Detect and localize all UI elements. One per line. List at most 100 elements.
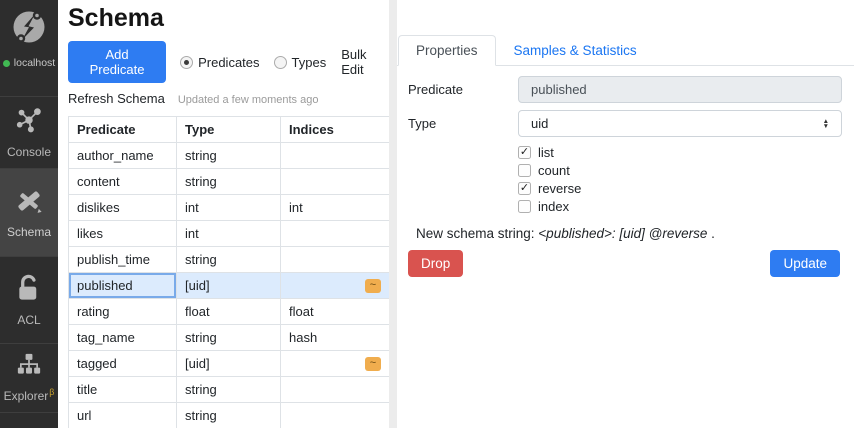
cell-type[interactable]: string [177, 403, 281, 428]
predicate-properties-form: Predicate published Type uid ▲▼ ✓listcou… [397, 66, 854, 277]
table-row[interactable]: tag_namestringhash [69, 325, 390, 351]
new-schema-string: New schema string: <published>: [uid] @r… [416, 226, 842, 241]
cell-indices[interactable]: int [281, 195, 390, 221]
cell-predicate[interactable]: tag_name [69, 325, 177, 351]
column-header-predicate: Predicate [69, 117, 177, 143]
table-row[interactable]: author_namestring [69, 143, 390, 169]
radio-predicates[interactable]: Predicates [180, 55, 259, 70]
radio-icon [274, 56, 287, 69]
cell-predicate[interactable]: author_name [69, 143, 177, 169]
table-row[interactable]: urlstring [69, 403, 390, 428]
cell-indices[interactable]: float [281, 299, 390, 325]
cell-type[interactable]: string [177, 325, 281, 351]
server-section[interactable]: localhost [0, 0, 58, 97]
refresh-schema-button[interactable]: Refresh Schema [68, 91, 165, 106]
cell-indices[interactable] [281, 377, 390, 403]
bulk-edit-button[interactable]: Bulk Edit [341, 47, 389, 77]
option-label: index [538, 199, 569, 214]
cell-indices[interactable]: ~ [281, 273, 390, 299]
option-count[interactable]: count [518, 162, 842, 179]
cell-predicate[interactable]: likes [69, 221, 177, 247]
select-arrows-icon: ▲▼ [823, 119, 829, 129]
radio-icon [180, 56, 193, 69]
cell-type[interactable]: int [177, 195, 281, 221]
cell-indices[interactable] [281, 403, 390, 428]
cell-predicate[interactable]: publish_time [69, 247, 177, 273]
cell-indices[interactable]: ~ [281, 351, 390, 377]
reverse-badge-icon: ~ [365, 357, 381, 371]
table-row[interactable]: publish_timestring [69, 247, 390, 273]
cell-indices[interactable]: hash [281, 325, 390, 351]
table-row[interactable]: likesint [69, 221, 390, 247]
cell-indices[interactable] [281, 247, 390, 273]
cell-indices[interactable] [281, 169, 390, 195]
table-row[interactable]: dislikesintint [69, 195, 390, 221]
sidebar-item-console[interactable]: Console [0, 97, 58, 169]
cell-predicate[interactable]: published [69, 273, 177, 299]
drop-button[interactable]: Drop [408, 250, 463, 277]
table-row[interactable]: published[uid] ~ [69, 273, 390, 299]
cell-type[interactable]: [uid] [177, 351, 281, 377]
cell-predicate[interactable]: content [69, 169, 177, 195]
sidebar-item-label: Console [7, 145, 51, 159]
radio-label: Types [292, 55, 327, 70]
cell-predicate[interactable]: tagged [69, 351, 177, 377]
option-list[interactable]: ✓list [518, 144, 842, 161]
sidebar: localhost Console [0, 0, 58, 428]
update-button[interactable]: Update [770, 250, 840, 277]
cell-predicate[interactable]: dislikes [69, 195, 177, 221]
cell-indices[interactable] [281, 221, 390, 247]
cell-type[interactable]: string [177, 247, 281, 273]
predicate-detail-panel: Properties Samples & Statistics Predicat… [397, 0, 854, 428]
reverse-badge-icon: ~ [365, 279, 381, 293]
cell-type[interactable]: string [177, 377, 281, 403]
radio-types[interactable]: Types [274, 55, 327, 70]
cell-predicate[interactable]: title [69, 377, 177, 403]
table-row[interactable]: tagged[uid] ~ [69, 351, 390, 377]
cell-type[interactable]: string [177, 169, 281, 195]
option-reverse[interactable]: ✓reverse [518, 180, 842, 197]
explorer-sitemap-icon [15, 353, 43, 380]
option-label: count [538, 163, 570, 178]
sidebar-item-schema[interactable]: Schema [0, 169, 58, 257]
checkbox-index-icon[interactable] [518, 200, 531, 213]
tab-samples-statistics[interactable]: Samples & Statistics [496, 35, 655, 66]
server-name: localhost [14, 57, 55, 69]
beta-badge: β [49, 387, 54, 397]
page-title: Schema [68, 4, 389, 33]
tab-properties[interactable]: Properties [398, 35, 496, 66]
sidebar-item-label: ACL [17, 313, 40, 327]
checkbox-reverse-icon[interactable]: ✓ [518, 182, 531, 195]
cell-type[interactable]: string [177, 143, 281, 169]
type-select[interactable]: uid ▲▼ [518, 110, 842, 137]
connection-status-icon [3, 60, 10, 67]
table-scrollbar[interactable] [389, 0, 397, 428]
sidebar-item-explorer[interactable]: Explorerβ [0, 344, 58, 413]
add-predicate-button[interactable]: Add Predicate [68, 41, 166, 83]
schema-table-body: author_namestringcontentstringdislikesin… [69, 143, 390, 428]
cell-indices[interactable] [281, 143, 390, 169]
checkbox-list-icon[interactable]: ✓ [518, 146, 531, 159]
acl-lock-icon [16, 274, 42, 306]
table-row[interactable]: contentstring [69, 169, 390, 195]
table-row[interactable]: titlestring [69, 377, 390, 403]
options-group: ✓list count ✓reverse index [518, 144, 842, 215]
cell-predicate[interactable]: url [69, 403, 177, 428]
cell-type[interactable]: [uid] [177, 273, 281, 299]
cell-type[interactable]: int [177, 221, 281, 247]
radio-label: Predicates [198, 55, 259, 70]
checkbox-count-icon[interactable] [518, 164, 531, 177]
cell-type[interactable]: float [177, 299, 281, 325]
option-index[interactable]: index [518, 198, 842, 215]
ratel-schema-page: localhost Console [0, 0, 854, 428]
type-select-value: uid [531, 116, 548, 131]
schema-pencil-ruler-icon [14, 187, 44, 218]
sidebar-item-acl[interactable]: ACL [0, 257, 58, 344]
refresh-row: Refresh Schema Updated a few moments ago [68, 91, 389, 106]
console-graph-icon [14, 107, 44, 138]
schema-list-panel: Schema Add Predicate Predicates Types Bu… [58, 0, 389, 428]
schema-table: Predicate Type Indices author_namestring… [68, 116, 390, 428]
cell-predicate[interactable]: rating [69, 299, 177, 325]
table-row[interactable]: ratingfloatfloat [69, 299, 390, 325]
column-header-type: Type [177, 117, 281, 143]
